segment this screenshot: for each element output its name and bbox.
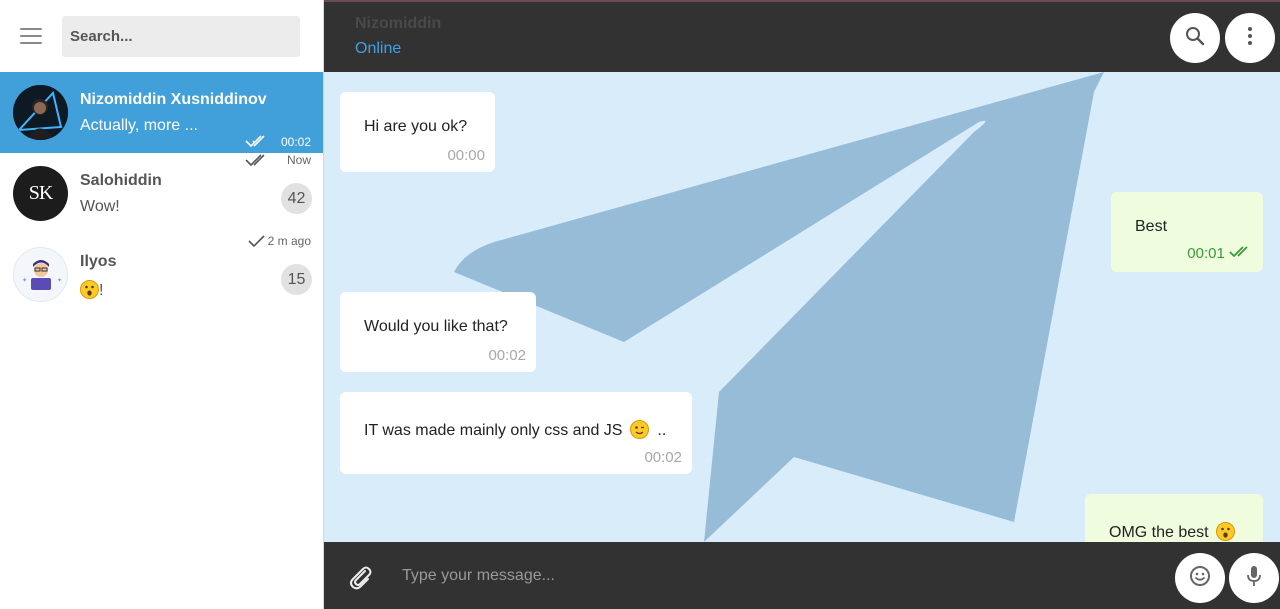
paperclip-icon[interactable] [346,562,374,595]
message-input[interactable] [396,560,1156,592]
avatar: ✦ ✦ [13,247,68,302]
unread-count-badge: 15 [281,264,312,295]
chat-name: Nizomiddin Xusniddinov [80,91,267,108]
chat-last-message-text: ! [99,282,104,299]
message-time: 00:00 [447,147,485,164]
hamburger-menu-icon[interactable] [20,28,42,44]
contact-status: Online [355,40,402,57]
voice-message-button[interactable] [1229,553,1279,603]
avatar: SK [13,166,68,221]
microphone-icon [1245,564,1263,593]
message-composer [324,542,1280,609]
sidebar: Nizomiddin Xusniddinov Actually, more ..… [0,0,324,609]
chat-list-item-ilyos[interactable]: 2 m ago ✦ ✦ Ilyos ! 15 [0,234,323,315]
more-vertical-icon [1247,26,1253,51]
double-check-icon [1229,246,1248,258]
message-time: 00:01 [1187,245,1253,262]
chat-header: Nizomiddin Online [324,0,1280,72]
more-options-button[interactable] [1225,13,1275,63]
chat-list-item-nizomiddin[interactable]: Nizomiddin Xusniddinov Actually, more ..… [0,72,323,153]
search-button[interactable] [1170,13,1220,63]
search-icon [1184,25,1206,52]
avatar [13,85,68,140]
chat-panel: Nizomiddin Online Hi are you ok? 00:00 B… [324,0,1280,609]
message-bubble-incoming[interactable]: Hi are you ok? 00:00 [340,92,495,172]
check-icon [248,234,266,253]
message-time: 00:02 [644,449,682,466]
message-list: Hi are you ok? 00:00 Best 00:01 Would yo… [324,72,1280,574]
chat-time: 00:02 [280,135,311,149]
unread-count-badge: 42 [281,183,312,214]
sidebar-header [0,0,323,72]
chat-list-item-salohiddin[interactable]: Now SK Salohiddin Wow! 42 [0,153,323,234]
chat-time: Now [286,153,311,167]
svg-text:✦: ✦ [57,277,62,284]
svg-text:✦: ✦ [22,277,27,284]
telegram-app: Nizomiddin Xusniddinov Actually, more ..… [0,0,1280,609]
chat-name: Salohiddin [80,172,162,189]
double-check-icon [245,153,271,172]
avatar-initials: SK [28,182,54,204]
chat-last-message: Actually, more ... [80,117,198,134]
message-time: 00:02 [488,347,526,364]
message-text: Hi are you ok? [364,118,468,135]
message-text: OMG the best [1109,522,1236,542]
message-text: Best [1135,218,1168,235]
message-bubble-outgoing[interactable]: Best 00:01 [1111,192,1263,272]
double-check-icon [245,134,271,153]
emoji-button[interactable] [1175,553,1225,603]
search-input[interactable] [62,15,300,57]
chat-name: Ilyos [80,253,117,270]
astonished-face-emoji-icon [1216,522,1236,541]
chat-last-message: ! [80,280,103,300]
contact-name: Nizomiddin [355,15,442,32]
message-text: IT was made mainly only css and JS .. [364,420,667,439]
chat-time: 2 m ago [267,234,311,248]
winking-face-emoji-icon [629,420,649,439]
smiley-icon [1189,565,1211,592]
message-text: Would you like that? [364,318,508,335]
message-bubble-incoming[interactable]: IT was made mainly only css and JS .. 00… [340,392,692,474]
chat-last-message: Wow! [80,198,120,215]
astonished-face-emoji-icon [80,280,99,299]
message-bubble-incoming[interactable]: Would you like that? 00:02 [340,292,536,372]
